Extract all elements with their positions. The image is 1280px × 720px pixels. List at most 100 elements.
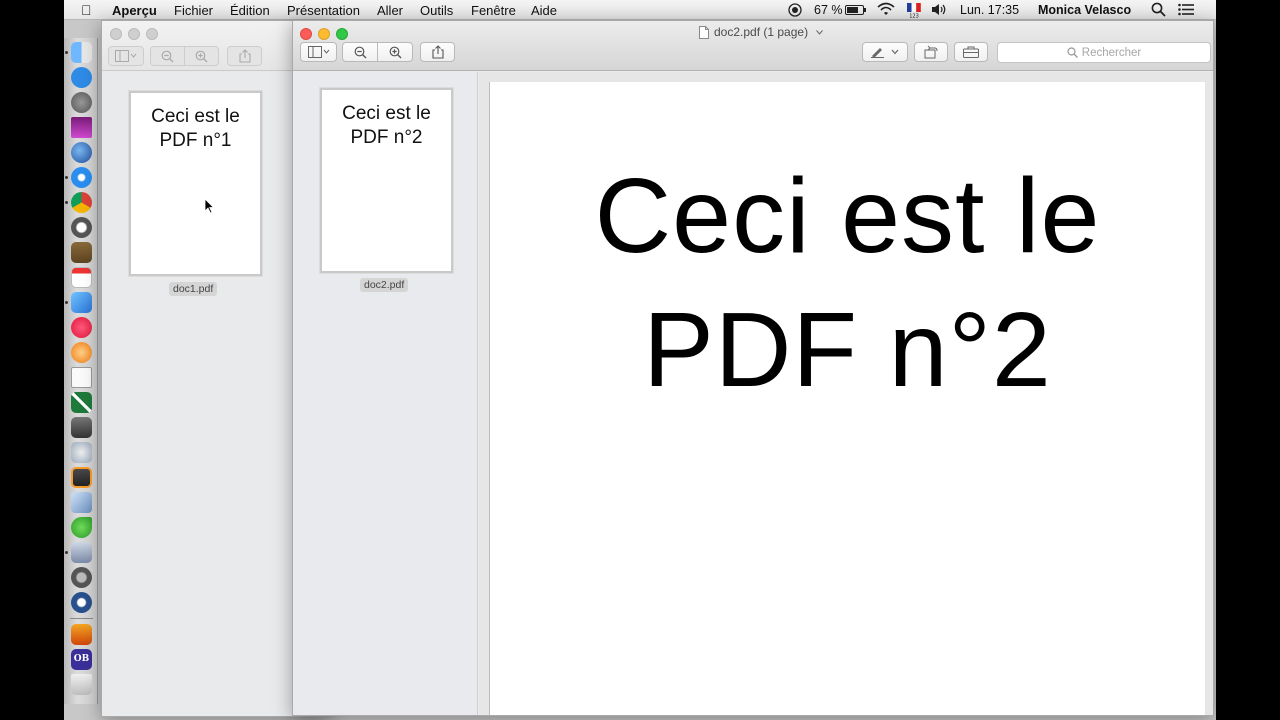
window-title[interactable]: doc2.pdf (1 page) [714,25,808,39]
zoom-out-icon [161,50,174,62]
input-source-flag-icon[interactable]: 123 [907,2,921,21]
dock: OB [64,38,98,704]
apple-menu-icon[interactable]:  [81,2,92,18]
zoom-out-icon [354,46,366,58]
minimize-button[interactable] [128,28,140,40]
pages-icon[interactable] [71,217,92,238]
finder-icon[interactable] [71,42,92,63]
svg-text:123: 123 [909,14,919,19]
sidebar-icon [307,46,329,58]
system-prefs-icon[interactable] [71,567,92,588]
volume-icon[interactable] [931,3,947,19]
search-icon [1067,47,1078,58]
battery-percent[interactable]: 67 % [814,3,843,17]
dock-running-indicator [65,176,68,179]
search-field[interactable]: Rechercher [997,42,1211,63]
notification-center-icon[interactable] [1178,3,1194,19]
zoom-in-icon [389,46,401,58]
sidebar-toggle-button[interactable] [108,46,144,66]
safari-icon[interactable] [71,167,92,188]
menu-outils[interactable]: Outils [420,3,453,18]
thumbnail-filename-doc1: doc1.pdf [169,282,218,296]
evernote-icon[interactable] [71,517,92,538]
vlc-icon[interactable] [71,624,92,645]
desktop:  Aperçu Fichier Édition Présentation Al… [64,0,1216,720]
dock-running-indicator [65,551,68,554]
virtualbox-icon[interactable] [71,492,92,513]
scripteditor-icon[interactable] [71,417,92,438]
document-proxy-icon[interactable] [699,26,709,39]
menu-user-name[interactable]: Monica Velasco [1038,3,1131,17]
thumbnail-text-line1: Ceci est le [151,106,240,127]
markup-pen-button[interactable] [862,42,908,62]
notebook-icon[interactable] [71,242,92,263]
share-button[interactable] [227,46,262,66]
spotlight-search-icon[interactable] [1151,2,1166,20]
close-button[interactable] [300,28,312,40]
wifi-icon[interactable] [877,2,895,19]
sublime-icon[interactable] [71,467,92,488]
toolbox-icon [963,46,979,58]
menu-aide[interactable]: Aide [531,3,557,18]
preview-window-doc2: doc2.pdf (1 page) Rechercher Ceci est le… [292,20,1214,716]
page-thumbnail-doc2[interactable]: Ceci est le PDF n°2 [320,88,453,273]
screen-icon[interactable] [71,117,92,138]
menu-fenetre[interactable]: Fenêtre [471,3,516,18]
search-placeholder: Rechercher [1081,46,1142,59]
rotate-button[interactable] [914,42,948,62]
page-text-line1: Ceci est le [594,157,1101,275]
calendar-icon[interactable] [71,267,92,288]
app-store-icon[interactable] [71,67,92,88]
thunderbird-icon[interactable] [71,142,92,163]
thumbnail-text-line2: PDF n°1 [159,130,232,151]
menu-bar:  Aperçu Fichier Édition Présentation Al… [64,0,1216,20]
zoom-button[interactable] [146,28,158,40]
thumbnail-text-line1: Ceci est le [342,103,431,124]
rotate-icon [924,45,937,59]
quicktime-icon[interactable] [71,592,92,613]
toolbox-button[interactable] [954,42,988,62]
share-icon [238,49,251,63]
preview-icon[interactable] [71,292,92,313]
pdf-page[interactable]: Ceci est le PDF n°2 [489,82,1205,715]
textedit-icon[interactable] [71,367,92,388]
trash-icon[interactable] [71,674,92,695]
dock-running-indicator [65,301,68,304]
sidebar-toggle-button[interactable] [300,42,337,62]
page-text-line2: PDF n°2 [643,291,1052,409]
printer-icon[interactable] [71,542,92,563]
automator-icon[interactable] [71,442,92,463]
dock-separator [70,618,93,619]
battery-icon[interactable] [845,4,867,19]
menu-presentation[interactable]: Présentation [287,3,360,18]
close-button[interactable] [110,28,122,40]
zoom-out-button[interactable] [150,46,185,66]
dock-running-indicator [65,51,68,54]
pen-icon [871,48,899,58]
thumbnail-sidebar-doc2: Ceci est le PDF n°2 doc2.pdf [293,72,478,715]
document-viewer: Ceci est le PDF n°2 [479,72,1213,715]
chrome-icon[interactable] [71,192,92,213]
title-chevron-down-icon[interactable] [816,30,823,35]
titlebar-doc2: doc2.pdf (1 page) Rechercher [293,21,1213,71]
dock-running-indicator [65,201,68,204]
zoom-in-button[interactable] [377,42,413,62]
record-icon[interactable] [788,3,802,20]
zoom-button[interactable] [336,28,348,40]
itunes-icon[interactable] [71,317,92,338]
menu-aller[interactable]: Aller [377,3,403,18]
zoom-in-button[interactable] [184,46,219,66]
menu-fichier[interactable]: Fichier [174,3,213,18]
minimize-button[interactable] [318,28,330,40]
menu-clock[interactable]: Lun. 17:35 [960,3,1019,17]
ibooks-icon[interactable] [71,342,92,363]
share-button[interactable] [420,42,455,62]
excel-icon[interactable] [71,392,92,413]
share-icon [431,45,444,59]
page-thumbnail-doc1[interactable]: Ceci est le PDF n°1 [129,91,262,276]
menu-edition[interactable]: Édition [230,3,270,18]
zoom-out-button[interactable] [342,42,378,62]
ob-icon[interactable]: OB [71,649,92,670]
menu-app-name[interactable]: Aperçu [112,3,157,18]
launchpad-icon[interactable] [71,92,92,113]
